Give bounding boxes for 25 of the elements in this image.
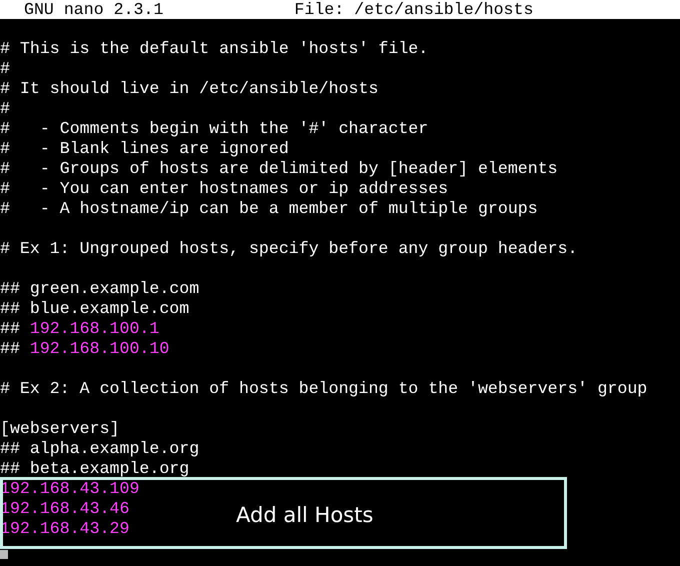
file-line: # - You can enter hostnames or ip addresses xyxy=(0,179,448,199)
file-line: # - A hostname/ip can be a member of multiple groups xyxy=(0,199,538,219)
file-line: ## green.example.com xyxy=(0,279,200,299)
file-line: ## beta.example.org xyxy=(0,459,190,479)
file-line: # It should live in /etc/ansible/hosts xyxy=(0,79,378,99)
file-line: # - Comments begin with the '#' character xyxy=(0,119,428,139)
file-line: ## 192.168.100.1 xyxy=(0,319,160,339)
file-line: # Ex 2: A collection of hosts belonging to the 'webservers' group xyxy=(0,379,648,399)
file-line: [webservers] xyxy=(0,419,120,439)
file-line: # xyxy=(0,99,10,119)
file-line: # - Blank lines are ignored xyxy=(0,139,289,159)
text-cursor xyxy=(0,550,8,559)
file-line: # Ex 1: Ungrouped hosts, specify before any group headers. xyxy=(0,239,578,259)
file-line: # This is the default ansible 'hosts' file. xyxy=(0,39,428,59)
file-line: 192.168.43.46 xyxy=(0,499,130,519)
file-line: ## 192.168.100.10 xyxy=(0,339,170,359)
file-line: # xyxy=(0,59,10,79)
file-line: # - Groups of hosts are delimited by [header] elements xyxy=(0,159,558,179)
file-name: File: /etc/ansible/hosts xyxy=(294,0,534,19)
file-line: 192.168.43.29 xyxy=(0,519,130,539)
app-title: GNU nano 2.3.1 xyxy=(24,0,164,19)
file-line: ## alpha.example.org xyxy=(0,439,200,459)
file-line: ## blue.example.com xyxy=(0,299,190,319)
callout-label: Add all Hosts xyxy=(236,502,374,529)
file-line: 192.168.43.109 xyxy=(0,479,140,499)
